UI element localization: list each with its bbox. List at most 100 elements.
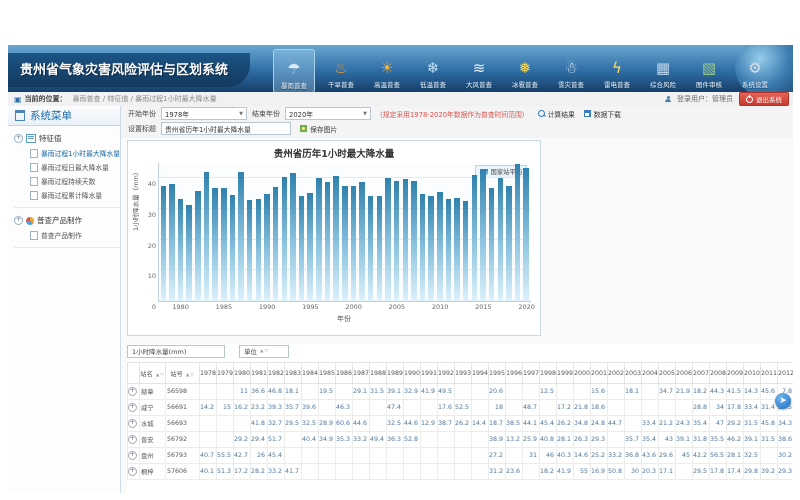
nav-item-settings[interactable]: ⚙系统设置 [735, 49, 775, 91]
value-cell [455, 384, 472, 400]
value-filter-box[interactable]: 1小时降水量(mm) [127, 345, 225, 358]
station-id-header[interactable]: 站号▲▽ [166, 363, 200, 384]
bar-2006 [403, 179, 409, 301]
tree-group-1[interactable]: +普查产品制作 [14, 213, 120, 228]
year-header-1995[interactable]: 1995 [489, 363, 506, 384]
year-header-1992[interactable]: 1992 [438, 363, 455, 384]
row-expand-icon[interactable]: + [128, 387, 137, 396]
year-header-2010[interactable]: 2010 [744, 363, 761, 384]
value-cell: 21.9 [676, 384, 693, 400]
unit-sort-box[interactable]: 单位▲▽ [239, 345, 289, 358]
nav-item-lightning[interactable]: ϟ雷电普查 [597, 49, 637, 91]
year-header-1990[interactable]: 1990 [404, 363, 421, 384]
value-cell: 21.2 [659, 416, 676, 432]
row-expand-icon[interactable]: + [128, 451, 137, 460]
bar-1986 [230, 195, 236, 301]
nav-item-snow[interactable]: ☃雪灾普查 [551, 49, 591, 91]
value-cell: 32.5 [387, 416, 404, 432]
year-header-2004[interactable]: 2004 [642, 363, 659, 384]
floating-round-widget-icon[interactable]: ➤ [775, 393, 791, 409]
year-header-1989[interactable]: 1989 [387, 363, 404, 384]
year-header-2006[interactable]: 2006 [676, 363, 693, 384]
year-header-2002[interactable]: 2002 [608, 363, 625, 384]
nav-item-hail[interactable]: ❅冰雹普查 [505, 49, 545, 91]
year-header-1998[interactable]: 1998 [540, 363, 557, 384]
year-header-1979[interactable]: 1979 [217, 363, 234, 384]
sidebar-item[interactable]: 暴雨过程日最大降水量 [14, 160, 120, 174]
value-cell: 32.9 [404, 384, 421, 400]
value-cell: 33.4 [744, 400, 761, 416]
year-header-2007[interactable]: 2007 [693, 363, 710, 384]
save-disk-icon [584, 110, 591, 117]
rainstorm-icon: ☂ [287, 61, 300, 80]
row-expand-icon[interactable]: + [128, 435, 137, 444]
year-header-1985[interactable]: 1985 [319, 363, 336, 384]
year-header-2008[interactable]: 2008 [710, 363, 727, 384]
bar-1994 [299, 196, 305, 301]
bar-1982 [195, 191, 201, 301]
value-cell: 28.8 [693, 400, 710, 416]
row-expand-icon[interactable]: + [128, 403, 137, 412]
year-header-1993[interactable]: 1993 [455, 363, 472, 384]
logout-button[interactable]: 退出系统 [739, 92, 789, 106]
year-header-2001[interactable]: 2001 [591, 363, 608, 384]
nav-item-wind[interactable]: ≋大风普查 [459, 49, 499, 91]
x-tick-label: 1990 [259, 303, 276, 311]
expand-icon[interactable]: + [14, 216, 23, 225]
year-header-1996[interactable]: 1996 [506, 363, 523, 384]
chart-title-input[interactable]: 贵州省历年1小时最大降水量 [161, 122, 291, 135]
year-header-1982[interactable]: 1982 [268, 363, 285, 384]
nav-item-drought[interactable]: ♨干旱普查 [321, 49, 361, 91]
value-cell: 55.5 [217, 448, 234, 464]
year-header-1988[interactable]: 1988 [370, 363, 387, 384]
expand-icon[interactable]: + [14, 134, 23, 143]
sidebar-item[interactable]: 普查产品制作 [14, 228, 120, 242]
value-cell [455, 432, 472, 448]
year-header-1978[interactable]: 1978 [200, 363, 217, 384]
nav-item-high-temp[interactable]: ☀高温普查 [367, 49, 407, 91]
value-cell [421, 400, 438, 416]
year-header-1986[interactable]: 1986 [336, 363, 353, 384]
year-header-1983[interactable]: 1983 [285, 363, 302, 384]
sidebar-item[interactable]: 暴雨过程1小时最大降水量 [14, 146, 120, 160]
nav-item-map-review[interactable]: ▧图件审核 [689, 49, 729, 91]
year-header-2009[interactable]: 2009 [727, 363, 744, 384]
nav-item-low-temp[interactable]: ❄低温普查 [413, 49, 453, 91]
year-header-2011[interactable]: 2011 [761, 363, 778, 384]
station-name-header[interactable]: 站名▲▽ [140, 363, 166, 384]
value-cell: 60.6 [336, 416, 353, 432]
value-cell: 34.9 [319, 432, 336, 448]
value-cell [523, 464, 540, 480]
year-header-2003[interactable]: 2003 [625, 363, 642, 384]
sidebar-item[interactable]: 暴雨过程持续天数 [14, 174, 120, 188]
value-cell: 18 [489, 400, 506, 416]
value-cell: 29.4 [251, 432, 268, 448]
row-expand-icon[interactable]: + [128, 467, 137, 476]
year-header-1994[interactable]: 1994 [472, 363, 489, 384]
year-header-1997[interactable]: 1997 [523, 363, 540, 384]
end-year-select[interactable]: 2020年▼ [285, 107, 371, 120]
value-cell [472, 400, 489, 416]
year-header-1981[interactable]: 1981 [251, 363, 268, 384]
tree-group-0[interactable]: +特征值 [14, 131, 120, 146]
nav-item-rainstorm[interactable]: ☂暴雨普查 [273, 49, 315, 93]
year-header-2012[interactable]: 2012 [778, 363, 794, 384]
year-header-1980[interactable]: 1980 [234, 363, 251, 384]
data-download-button[interactable]: 数据下载 [584, 109, 621, 119]
save-image-button[interactable]: 保存图片 [300, 124, 337, 134]
breadcrumb[interactable]: 暴雨普查 / 特征值 / 暴雨过程1小时最大降水量 [73, 94, 217, 104]
bar-2001 [359, 182, 365, 301]
start-year-label: 开始年份 [128, 109, 156, 119]
value-cell [506, 400, 523, 416]
calc-result-button[interactable]: 计算结果 [538, 109, 575, 119]
year-header-1999[interactable]: 1999 [557, 363, 574, 384]
start-year-select[interactable]: 1978年▼ [161, 107, 247, 120]
row-expand-icon[interactable]: + [128, 419, 137, 428]
year-header-2005[interactable]: 2005 [659, 363, 676, 384]
nav-item-composite-risk[interactable]: ▦综合风险 [643, 49, 683, 91]
year-header-1987[interactable]: 1987 [353, 363, 370, 384]
year-header-1991[interactable]: 1991 [421, 363, 438, 384]
year-header-1984[interactable]: 1984 [302, 363, 319, 384]
year-header-2000[interactable]: 2000 [574, 363, 591, 384]
sidebar-item[interactable]: 暴雨过程累计降水量 [14, 188, 120, 202]
